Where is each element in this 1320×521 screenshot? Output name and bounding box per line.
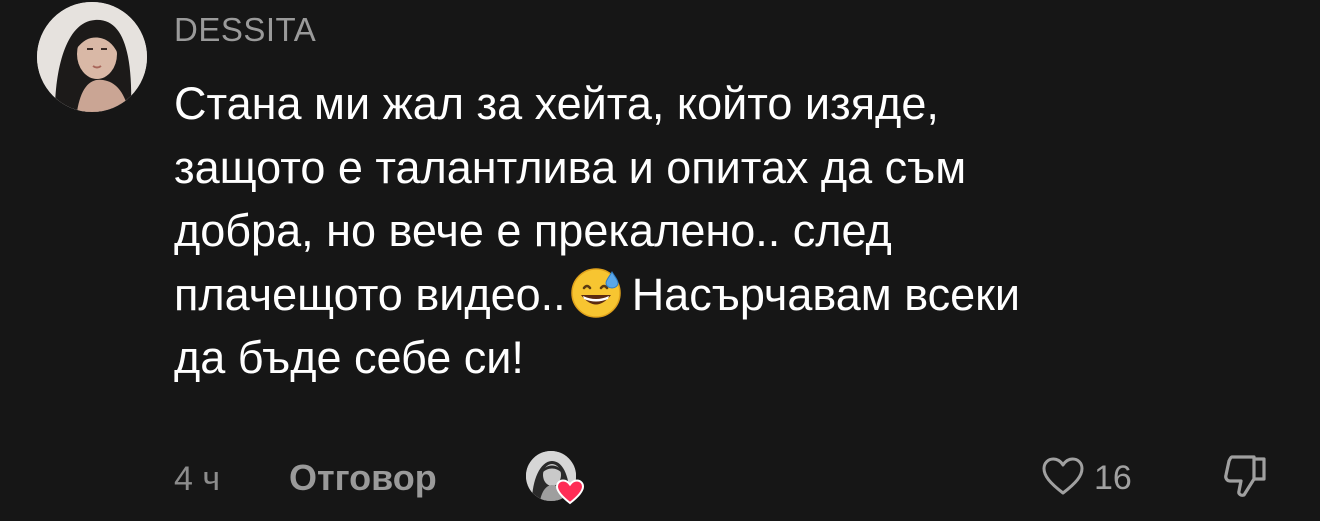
comment-text-line: защото е талантлива и опитах да съм [174, 141, 967, 193]
comment-text-line-with-emoji: плачещото видео.. Насърчавам всеки [174, 263, 1274, 327]
comment-text: Стана ми жал за хейта, който изяде, защо… [174, 72, 1274, 390]
like-count: 16 [1094, 459, 1132, 497]
comment-text-segment: плачещото видео.. [174, 268, 566, 320]
like-button[interactable] [1040, 453, 1086, 499]
creator-liked-heart-icon [556, 479, 584, 505]
comment-timestamp: 4 ч [174, 460, 221, 498]
grinning-face-with-sweat-icon [568, 264, 624, 320]
comment-text-line: Стана ми жал за хейта, който изяде, [174, 78, 939, 129]
heart-outline-icon [1042, 457, 1084, 495]
comment-text-line: добра, но вече е прекалено.. след [174, 205, 892, 256]
comment-username[interactable]: DESSITA [174, 10, 316, 50]
avatar-photo-icon [37, 2, 147, 112]
creator-liked-badge [526, 451, 586, 505]
reply-button[interactable]: Отговор [289, 456, 437, 500]
comment-actions: 4 ч Отговор 16 [0, 445, 1320, 515]
dislike-button[interactable] [1220, 451, 1270, 501]
user-avatar[interactable] [37, 2, 147, 112]
comment-item: DESSITA Стана ми жал за хейта, който изя… [0, 0, 1320, 521]
comment-text-line: да бъде себе си! [174, 332, 524, 383]
comment-text-segment: Насърчавам всеки [631, 268, 1020, 320]
thumbs-down-outline-icon [1224, 455, 1266, 497]
